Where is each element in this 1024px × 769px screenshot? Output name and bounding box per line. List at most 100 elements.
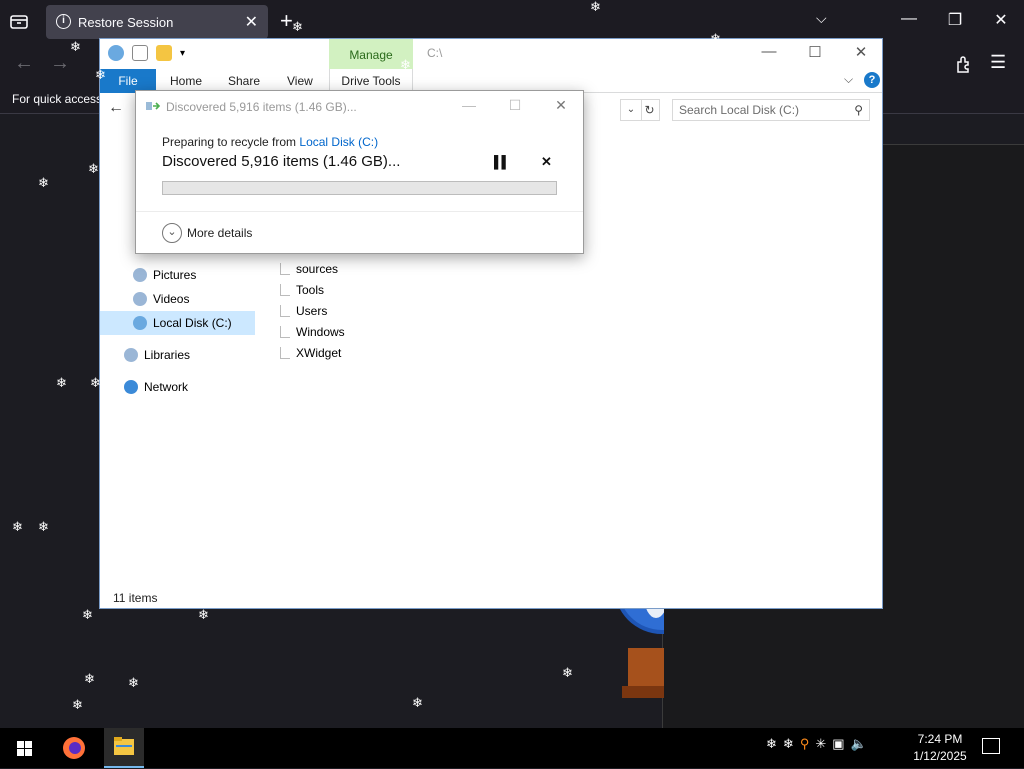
notification-center-icon[interactable]: [982, 738, 1000, 754]
folder-icon: [280, 263, 290, 275]
pictures-icon: [133, 268, 147, 282]
nav-item-network[interactable]: Network: [100, 375, 255, 399]
address-dropdown-icon[interactable]: ⌄: [620, 99, 642, 121]
snowflake-icon: ❄: [412, 695, 423, 710]
pause-button[interactable]: ▌▌: [494, 155, 510, 169]
snowflake-icon: ❄: [70, 39, 81, 54]
chevron-down-icon[interactable]: ⌵: [844, 72, 853, 87]
progress-bar: [162, 181, 557, 195]
nav-item-pictures[interactable]: Pictures: [100, 263, 255, 287]
start-button[interactable]: [0, 728, 48, 768]
properties-icon[interactable]: [132, 45, 148, 61]
tray-app-icon[interactable]: ❄: [783, 736, 794, 752]
snowflake-icon: ❄: [562, 665, 573, 680]
explorer-close-button[interactable]: ✕: [846, 43, 876, 61]
dialog-title: Discovered 5,916 items (1.46 GB)...: [166, 100, 357, 114]
snowflake-icon: ❄: [710, 31, 721, 46]
list-item[interactable]: XWidget: [280, 343, 341, 363]
minimize-button[interactable]: —: [894, 10, 924, 28]
info-icon: i: [56, 14, 71, 29]
network-icon: [124, 380, 138, 394]
windows-logo-icon: [17, 741, 24, 748]
chevron-down-icon[interactable]: ⌵: [816, 10, 827, 27]
forward-arrow-icon[interactable]: →: [50, 52, 70, 75]
explorer-minimize-button[interactable]: —: [754, 43, 784, 60]
extensions-icon[interactable]: [954, 54, 974, 74]
cancel-button[interactable]: ✕: [541, 154, 552, 170]
list-item[interactable]: Tools: [280, 280, 324, 300]
recycle-progress-dialog: Discovered 5,916 items (1.46 GB)... — ☐ …: [135, 90, 584, 254]
folder-icon: [280, 305, 290, 317]
tab-restore-session[interactable]: i Restore Session ✕: [46, 5, 268, 39]
folder-icon: [280, 284, 290, 296]
chevron-down-icon: ⌄: [162, 223, 182, 243]
snowflake-icon: ❄: [12, 519, 23, 534]
dialog-close-button[interactable]: ✕: [546, 97, 576, 114]
customize-toolbar-icon[interactable]: ▾: [180, 48, 185, 59]
taskbar: ❄ ❄ ⚲ ✳ ▣ 🔈 7:24 PM 1/12/2025: [0, 728, 1024, 768]
snowflake-icon: ❄: [72, 697, 83, 712]
snowflake-icon: ❄: [128, 675, 139, 690]
back-arrow-icon[interactable]: ←: [14, 52, 34, 75]
quick-access-toolbar: ▾: [108, 45, 185, 61]
discovered-status-text: Discovered 5,916 items (1.46 GB)...: [162, 153, 401, 170]
clock-date: 1/12/2025: [913, 749, 967, 763]
nav-item-local-disk[interactable]: Local Disk (C:): [100, 311, 255, 335]
snowflake-icon: ❄: [598, 199, 609, 214]
list-item[interactable]: sources: [280, 259, 338, 279]
operation-description: Preparing to recycle from Local Disk (C:…: [162, 135, 379, 149]
videos-icon: [133, 292, 147, 306]
tray-app-icon[interactable]: ❄: [766, 736, 777, 752]
libraries-icon: [124, 348, 138, 362]
snowflake-icon: ❄: [38, 175, 49, 190]
window-title: C:\: [427, 46, 443, 60]
folder-icon: [280, 326, 290, 338]
list-item[interactable]: Windows: [280, 322, 345, 342]
back-arrow-icon[interactable]: ←: [108, 99, 124, 117]
new-folder-icon[interactable]: [156, 45, 172, 61]
status-bar-item-count: 11 items: [113, 591, 158, 605]
hamburger-menu-icon[interactable]: ☰: [990, 52, 1006, 73]
snowflake-icon: ❄: [82, 607, 93, 622]
restore-button[interactable]: ❐: [940, 10, 970, 30]
nav-item-videos[interactable]: Videos: [100, 287, 255, 311]
snowflake-icon: ❄: [630, 287, 641, 302]
volume-muted-icon[interactable]: 🔈: [851, 736, 867, 752]
explorer-title-bar: ▾ Manage C:\ — ☐ ✕: [100, 39, 882, 69]
drive-icon[interactable]: [108, 45, 124, 61]
list-item[interactable]: Users: [280, 301, 327, 321]
recycle-progress-icon: [146, 100, 162, 112]
search-box: ⚲: [672, 99, 870, 121]
explorer-maximize-button[interactable]: ☐: [800, 43, 830, 61]
refresh-icon[interactable]: ↻: [640, 99, 660, 121]
bookmark-hint-text: For quick access: [12, 92, 103, 106]
firefox-taskbar-button[interactable]: [56, 732, 92, 766]
tab-close-icon[interactable]: ✕: [245, 12, 258, 32]
drive-icon: [133, 316, 147, 330]
close-button[interactable]: ✕: [986, 10, 1016, 30]
network-icon[interactable]: ▣: [832, 736, 844, 752]
search-icon[interactable]: ⚲: [800, 736, 810, 752]
snowflake-icon: ❄: [292, 19, 303, 34]
search-input[interactable]: [673, 100, 849, 120]
dialog-minimize-button[interactable]: —: [454, 97, 484, 113]
file-explorer-taskbar-button[interactable]: [104, 728, 144, 768]
snowflake-icon: ❄: [38, 519, 49, 534]
new-tab-button[interactable]: +: [280, 8, 293, 34]
tab-title: Restore Session: [78, 15, 174, 30]
snowflake-icon: ❄: [400, 57, 411, 72]
snowflake-tray-icon[interactable]: ✳: [815, 736, 826, 752]
search-icon[interactable]: ⚲: [854, 103, 863, 117]
divider: [136, 211, 583, 212]
help-icon[interactable]: ?: [864, 72, 880, 88]
tab-list-icon[interactable]: [8, 10, 32, 34]
nav-item-libraries[interactable]: Libraries: [100, 343, 255, 367]
source-link[interactable]: Local Disk (C:): [299, 135, 378, 149]
clock-time: 7:24 PM: [917, 732, 963, 746]
more-details-button[interactable]: ⌄ More details: [162, 223, 252, 243]
dialog-maximize-button[interactable]: ☐: [500, 97, 530, 114]
snowflake-icon: ❄: [95, 67, 106, 82]
snowflake-icon: ❄: [198, 607, 209, 622]
clock[interactable]: 7:24 PM 1/12/2025: [910, 731, 970, 765]
snowflake-icon: ❄: [84, 671, 95, 686]
